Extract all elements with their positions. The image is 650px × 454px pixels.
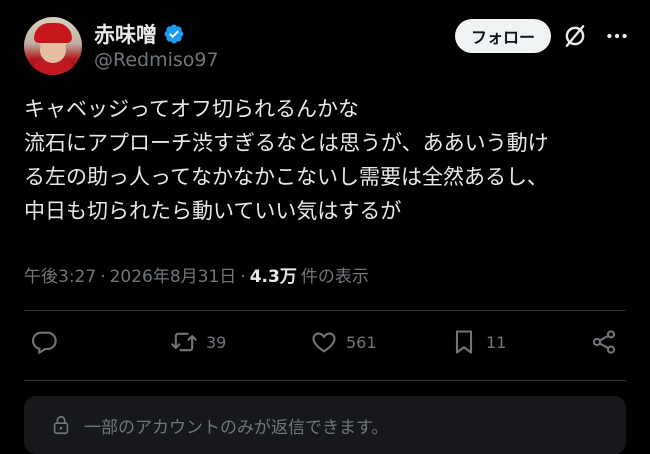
follow-button[interactable]: フォロー — [454, 19, 551, 53]
share-button[interactable] — [590, 328, 618, 356]
meta-separator: · — [240, 267, 246, 287]
action-bar: 39 561 11 — [24, 328, 626, 364]
heart-icon — [312, 332, 336, 353]
author-name-row: 赤味噌 — [94, 19, 185, 49]
bookmark-icon — [455, 330, 473, 354]
share-icon — [592, 330, 616, 354]
like-count: 561 — [346, 332, 377, 352]
tweet-time[interactable]: 午後3:27 — [24, 262, 96, 287]
divider — [24, 380, 626, 381]
grok-icon[interactable] — [562, 23, 588, 49]
retweet-count: 39 — [206, 332, 227, 352]
bookmark-button[interactable]: 11 — [450, 328, 506, 356]
tweet-header: 赤味噌 @Redmiso97 フォロー — [24, 17, 630, 79]
view-count-label: 件の表示 — [300, 267, 369, 287]
reply-button[interactable] — [30, 328, 58, 356]
reply-icon — [31, 331, 57, 355]
author-name[interactable]: 赤味噌 — [94, 19, 157, 49]
author-handle[interactable]: @Redmiso97 — [94, 49, 219, 71]
meta-separator: · — [100, 267, 106, 287]
verified-badge-icon — [164, 24, 184, 44]
tweet-text: キャベッジってオフ切られるんかな 流石にアプローチ渋すぎるなとは思うが、ああいう… — [24, 97, 549, 223]
tweet-date[interactable]: 2026年8月31日 — [110, 262, 237, 287]
divider — [24, 310, 626, 311]
like-button[interactable]: 561 — [310, 328, 377, 356]
reply-restriction-text: 一部のアカウントのみが返信できます。 — [84, 417, 389, 438]
avatar[interactable] — [24, 17, 82, 75]
retweet-button[interactable]: 39 — [170, 328, 226, 356]
lock-icon — [53, 415, 69, 435]
reply-restriction-notice: 一部のアカウントのみが返信できます。 — [24, 396, 626, 454]
tweet-meta: 午後3:27 · 2026年8月31日 · 4.3万 件の表示 — [24, 262, 369, 287]
retweet-icon — [171, 332, 197, 352]
more-options-icon[interactable] — [604, 23, 630, 49]
bookmark-count: 11 — [486, 332, 507, 352]
view-count: 4.3万 — [249, 267, 297, 287]
